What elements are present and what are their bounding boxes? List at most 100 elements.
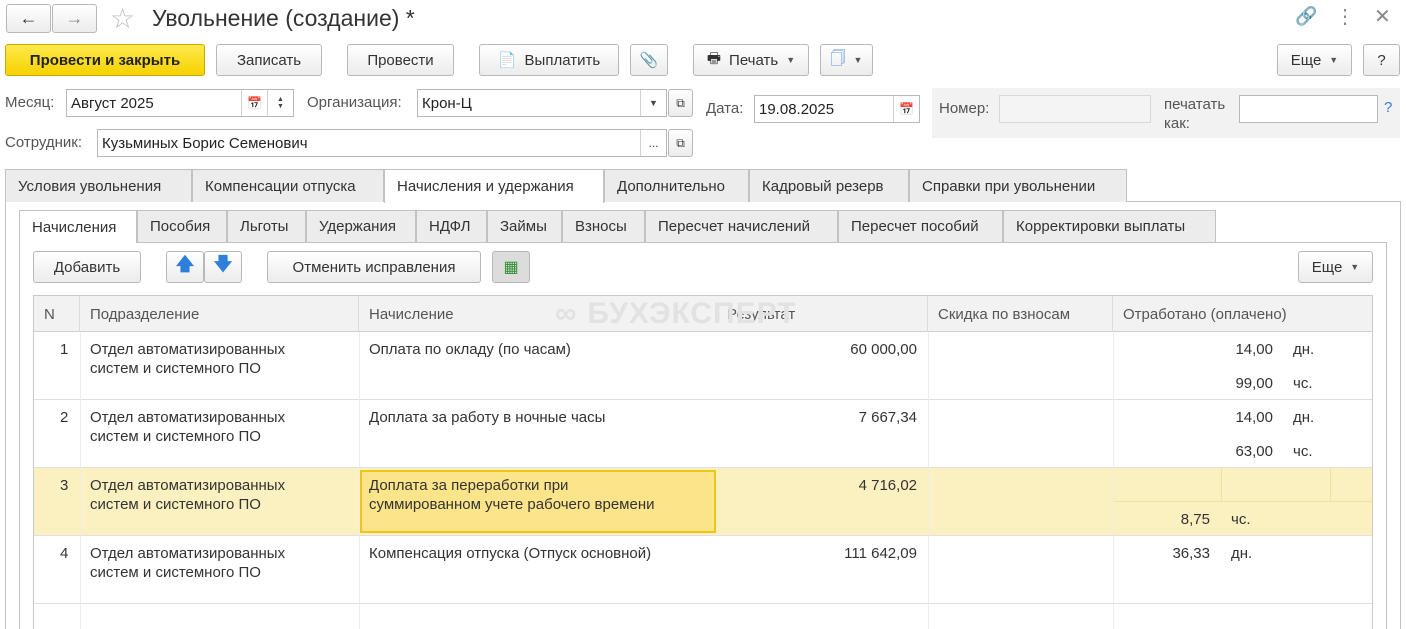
subtab-privileges[interactable]: Льготы <box>227 210 306 242</box>
post-and-close-button[interactable]: Провести и закрыть <box>5 44 205 76</box>
table-row[interactable]: 1 Отдел автоматизированных систем и сист… <box>34 332 1372 400</box>
employee-label: Сотрудник: <box>5 134 83 151</box>
employee-value: Кузьминых Борис Семенович <box>102 134 308 152</box>
create-based-button[interactable]: 🗍 ▼ <box>820 44 873 76</box>
result-value: 60 000,00 <box>850 341 917 358</box>
tab-personnel-reserve[interactable]: Кадровый резерв <box>749 169 909 202</box>
star-icon[interactable]: ☆ <box>110 2 135 35</box>
accrual-name-line-2: суммированном учете рабочего времени <box>369 496 655 513</box>
arrow-down-icon: 🡇 <box>213 254 233 274</box>
forward-button[interactable]: → <box>52 4 97 33</box>
watermark-text: БУХЭКСПЕРТ <box>587 297 797 330</box>
calendar-icon[interactable]: 📅 <box>241 90 267 116</box>
subtab-deductions[interactable]: Удержания <box>306 210 416 242</box>
subtab-contributions[interactable]: Взносы <box>562 210 645 242</box>
days-unit: дн. <box>1293 341 1315 358</box>
col-worked[interactable]: Отработано (оплачено) <box>1113 296 1372 332</box>
department-line-2: систем и системного ПО <box>90 496 261 513</box>
row-number: 3 <box>60 477 69 494</box>
hours-value: 63,00 <box>1235 443 1273 460</box>
calendar-icon[interactable]: 📅 <box>893 96 919 122</box>
tab-accruals-deductions[interactable]: Начисления и удержания <box>384 169 604 203</box>
print-button[interactable]: 🖶 Печать ▼ <box>693 44 809 76</box>
add-button[interactable]: Добавить <box>33 251 141 283</box>
table-row[interactable]: 4 Отдел автоматизированных систем и сист… <box>34 536 1372 604</box>
tab-vacation-compensation[interactable]: Компенсации отпуска <box>192 169 384 202</box>
hours-value: 99,00 <box>1235 375 1273 392</box>
grid-more-label: Еще <box>1311 258 1343 276</box>
back-button[interactable]: ← <box>6 4 51 33</box>
result-value: 111 642,09 <box>844 545 917 562</box>
move-down-button[interactable]: 🡇 <box>204 251 242 283</box>
column-divider <box>80 332 81 629</box>
print-as-field[interactable] <box>1239 95 1378 123</box>
chevron-down-icon[interactable]: ▼ <box>640 90 666 116</box>
grid-more-button[interactable]: Еще ▼ <box>1298 251 1373 283</box>
department-line-1: Отдел автоматизированных <box>90 409 286 426</box>
month-value: Август 2025 <box>71 94 154 112</box>
col-contribution-discount[interactable]: Скидка по взносам <box>928 296 1113 332</box>
subtab-recalc-benefits[interactable]: Пересчет пособий <box>838 210 1003 242</box>
hours-unit: чс. <box>1231 511 1251 528</box>
tab-dismissal-certificates[interactable]: Справки при увольнении <box>909 169 1127 202</box>
subtab-recalc-accruals[interactable]: Пересчет начислений <box>645 210 838 242</box>
table-settings-button[interactable]: ▦ <box>492 251 530 283</box>
result-value: 4 716,02 <box>858 477 917 494</box>
question-link[interactable]: ? <box>1384 99 1392 116</box>
organization-field[interactable]: Крон-Ц ▼ <box>417 89 667 117</box>
close-icon[interactable]: ✕ <box>1374 4 1391 29</box>
chevron-down-icon: ▼ <box>1350 262 1360 272</box>
paperclip-icon: 📎 <box>639 52 659 69</box>
employee-field[interactable]: Кузьминых Борис Семенович ... <box>97 129 667 157</box>
date-label: Дата: <box>706 100 744 117</box>
cancel-corrections-button[interactable]: Отменить исправления <box>267 251 481 283</box>
department-line-2: систем и системного ПО <box>90 564 261 581</box>
date-value: 19.08.2025 <box>759 100 835 118</box>
subtab-benefits[interactable]: Пособия <box>137 210 227 242</box>
hours-value: 8,75 <box>1180 511 1210 528</box>
accrual-name: Компенсация отпуска (Отпуск основной) <box>369 545 652 562</box>
month-label: Месяц: <box>5 94 55 111</box>
days-unit: дн. <box>1293 409 1315 426</box>
department-line-1: Отдел автоматизированных <box>90 477 286 494</box>
save-button[interactable]: Записать <box>216 44 322 76</box>
post-button[interactable]: Провести <box>347 44 454 76</box>
more-vert-icon[interactable]: ⋮ <box>1335 4 1355 29</box>
spin-button[interactable]: ▲ ▼ <box>267 90 293 116</box>
department-line-2: систем и системного ПО <box>90 360 261 377</box>
result-value: 7 667,34 <box>858 409 917 426</box>
document-icon: 📄 <box>497 52 517 69</box>
table-row-selected[interactable]: 3 Отдел автоматизированных систем и сист… <box>34 468 1372 536</box>
subtab-accruals[interactable]: Начисления <box>19 210 137 243</box>
select-button[interactable]: ... <box>640 130 666 156</box>
open-employee-button[interactable]: ⧉ <box>668 129 693 157</box>
number-field[interactable] <box>999 95 1151 123</box>
link-icon[interactable]: 🔗 <box>1295 6 1317 27</box>
col-n[interactable]: N <box>34 296 80 332</box>
chevron-down-icon: ▼ <box>853 55 863 65</box>
col-department[interactable]: Подразделение <box>80 296 359 332</box>
arrow-up-icon: 🡅 <box>175 254 195 274</box>
accrual-name: Доплата за работу в ночные часы <box>369 409 606 426</box>
page-title: Увольнение (создание) * <box>152 5 415 31</box>
worked-subgrid-divider <box>1330 468 1331 502</box>
department-line-1: Отдел автоматизированных <box>90 341 286 358</box>
tab-dismissal-conditions[interactable]: Условия увольнения <box>5 169 192 202</box>
pay-button[interactable]: 📄 Выплатить <box>479 44 619 76</box>
subtab-loans[interactable]: Займы <box>487 210 562 242</box>
attach-button[interactable]: 📎 <box>630 44 668 76</box>
organization-value: Крон-Ц <box>422 94 472 112</box>
help-button[interactable]: ? <box>1363 44 1400 76</box>
open-organization-button[interactable]: ⧉ <box>668 89 693 117</box>
more-button[interactable]: Еще ▼ <box>1277 44 1352 76</box>
tab-additional[interactable]: Дополнительно <box>604 169 749 202</box>
pay-label: Выплатить <box>524 51 601 69</box>
date-field[interactable]: 19.08.2025 📅 <box>754 95 920 123</box>
month-field[interactable]: Август 2025 📅 ▲ ▼ <box>66 89 294 117</box>
move-up-button[interactable]: 🡅 <box>166 251 204 283</box>
organization-label: Организация: <box>307 94 402 111</box>
department-line-1: Отдел автоматизированных <box>90 545 286 562</box>
table-row[interactable]: 2 Отдел автоматизированных систем и сист… <box>34 400 1372 468</box>
subtab-payment-corrections[interactable]: Корректировки выплаты <box>1003 210 1216 242</box>
subtab-ndfl[interactable]: НДФЛ <box>416 210 487 242</box>
